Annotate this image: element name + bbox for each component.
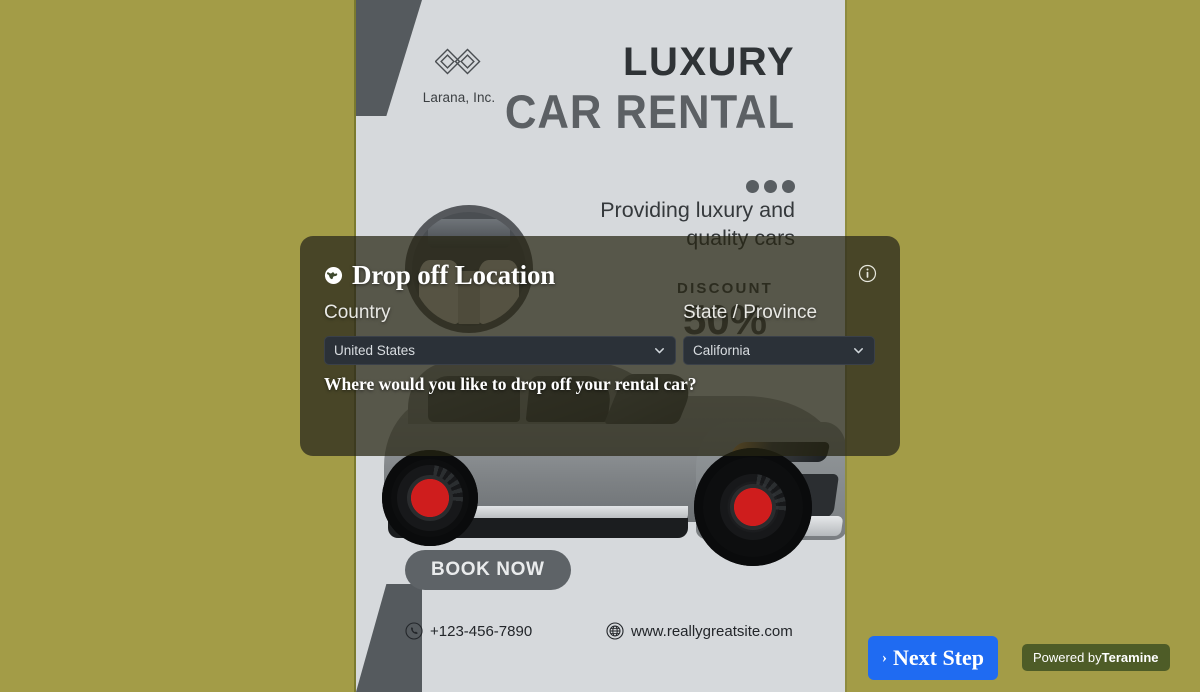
contact-website-text: www.reallygreatsite.com [631, 622, 793, 640]
next-step-button[interactable]: › Next Step [868, 636, 998, 680]
chevron-right-icon: › [881, 649, 887, 666]
state-label: State / Province [683, 302, 818, 323]
contact-website: www.reallygreatsite.com [606, 622, 793, 640]
modal-question: Where would you like to drop off your re… [324, 374, 697, 394]
chevron-down-icon [655, 348, 664, 354]
poster-headline: LUXURY CAR RENTAL [483, 42, 795, 139]
interlocking-diamonds-icon [435, 48, 481, 75]
country-dropdown-value: United States [334, 343, 416, 358]
contact-phone-text: +123-456-7890 [430, 622, 533, 640]
next-step-label: Next Step [892, 645, 985, 670]
country-label: Country [324, 302, 391, 323]
chevron-down-icon [854, 348, 863, 354]
powered-by-badge[interactable]: Powered by Teramine [1022, 644, 1170, 671]
powered-by-prefix: Powered by [1033, 650, 1102, 665]
globe-icon [606, 622, 624, 640]
modal-title-text: Drop off Location [352, 260, 556, 290]
phone-icon [405, 622, 423, 640]
drop-off-location-modal: Drop off Location Country State / Provin… [300, 236, 900, 456]
globe-icon [324, 266, 343, 285]
headline-line-1: LUXURY [623, 40, 795, 84]
state-dropdown-value: California [693, 343, 751, 358]
contact-phone: +123-456-7890 [405, 622, 532, 640]
country-dropdown[interactable]: United States [324, 336, 676, 365]
info-circle-icon[interactable] [858, 264, 877, 283]
three-dots-icon [746, 180, 795, 193]
state-dropdown[interactable]: California [683, 336, 875, 365]
powered-by-brand: Teramine [1101, 650, 1159, 665]
book-now-button[interactable]: BOOK NOW [405, 550, 571, 590]
headline-line-2: CAR RENTAL [504, 85, 795, 138]
modal-title: Drop off Location [324, 260, 555, 291]
